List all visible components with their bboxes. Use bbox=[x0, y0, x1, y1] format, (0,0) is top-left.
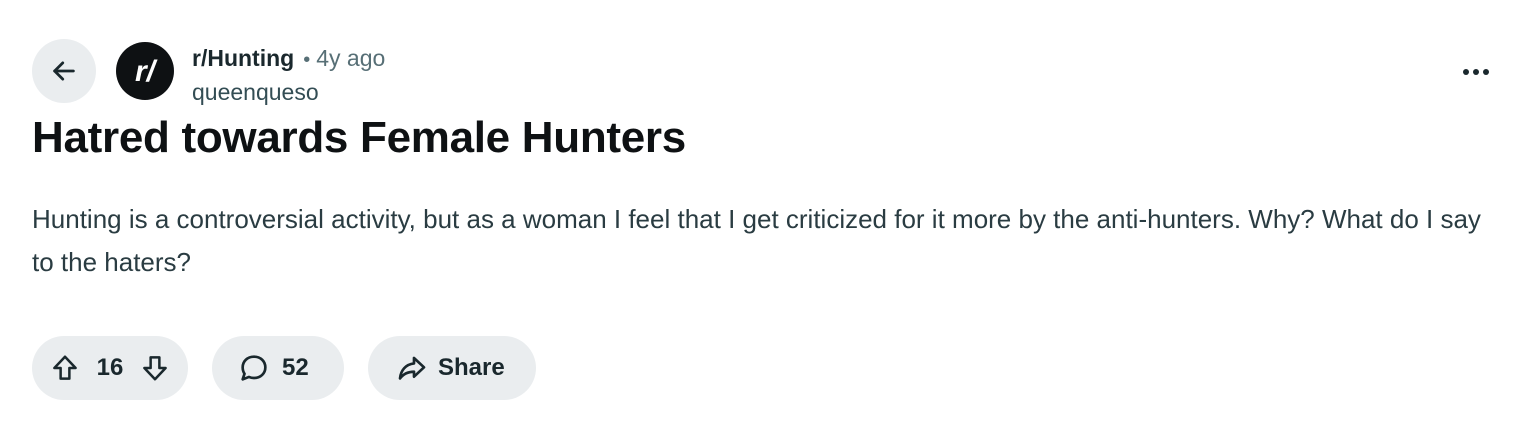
share-arrow-icon bbox=[396, 352, 428, 384]
more-options-button[interactable] bbox=[1448, 50, 1504, 94]
vote-count: 16 bbox=[96, 354, 124, 381]
subreddit-avatar[interactable]: r/ bbox=[116, 42, 174, 100]
post-action-bar: 16 52 Share bbox=[32, 336, 536, 400]
author-username[interactable]: queenqueso bbox=[192, 76, 385, 108]
vote-controls: 16 bbox=[32, 336, 188, 400]
post-meta: r/Hunting • 4y ago queenqueso bbox=[192, 42, 385, 108]
arrow-left-icon bbox=[49, 56, 79, 86]
comments-button[interactable]: 52 bbox=[212, 336, 344, 400]
share-label: Share bbox=[438, 354, 505, 381]
upvote-button[interactable] bbox=[46, 349, 84, 387]
avatar-text: r/ bbox=[135, 55, 158, 88]
downvote-button[interactable] bbox=[136, 349, 174, 387]
post-title: Hatred towards Female Hunters bbox=[32, 113, 686, 162]
arrow-up-icon bbox=[53, 355, 77, 380]
arrow-down-icon bbox=[143, 356, 167, 381]
comment-count: 52 bbox=[282, 354, 309, 381]
subreddit-logo: r/ bbox=[135, 55, 158, 88]
speech-bubble-icon bbox=[238, 352, 270, 384]
post-age: 4y ago bbox=[316, 45, 386, 71]
subreddit-name[interactable]: r/Hunting bbox=[192, 42, 294, 74]
share-button[interactable]: Share bbox=[368, 336, 536, 400]
meta-separator: • bbox=[303, 49, 311, 71]
post-body: Hunting is a controversial activity, but… bbox=[32, 204, 1481, 277]
back-button[interactable] bbox=[32, 39, 96, 103]
ellipsis-icon bbox=[1461, 67, 1491, 77]
